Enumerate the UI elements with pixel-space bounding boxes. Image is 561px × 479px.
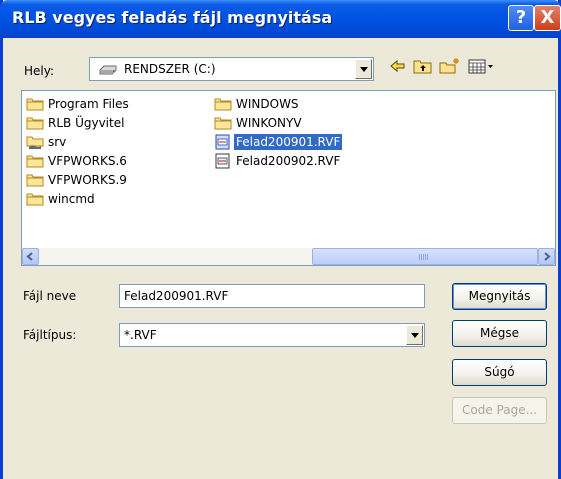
file-name: srv: [48, 135, 67, 149]
view-menu-icon[interactable]: [468, 58, 494, 77]
shared-folder-icon: [26, 134, 44, 150]
filename-input[interactable]: Felad200901.RVF: [119, 284, 425, 308]
window-title: RLB vegyes feladás fájl megnyitása: [12, 8, 333, 27]
open-file-dialog: RLB vegyes feladás fájl megnyitása ? X H…: [0, 0, 561, 479]
file-name: RLB Ügyvitel: [48, 116, 125, 130]
location-label: Hely:: [24, 64, 55, 78]
folder-icon: [26, 115, 44, 131]
filetype-value: *.RVF: [124, 328, 157, 342]
folder-icon: [214, 115, 232, 131]
rvf-file-icon: [214, 153, 232, 169]
chevron-left-icon: [26, 252, 33, 261]
folder-icon: [26, 191, 44, 207]
file-list[interactable]: Program Files RLB Ügyvitel srv VFPWORKS.…: [21, 90, 556, 266]
chevron-right-icon: [544, 252, 551, 261]
file-name: Program Files: [48, 97, 129, 111]
filetype-label: Fájltípus:: [23, 328, 77, 342]
open-button[interactable]: Megnyitás: [452, 283, 547, 310]
filename-label: Fájl neve: [23, 289, 77, 303]
scroll-left-button[interactable]: [22, 248, 39, 265]
file-name: VFPWORKS.6: [48, 154, 127, 168]
up-folder-icon[interactable]: [413, 58, 433, 77]
cancel-button[interactable]: Mégse: [452, 320, 547, 347]
file-name: VFPWORKS.9: [48, 173, 127, 187]
horizontal-scrollbar[interactable]: [22, 248, 555, 265]
file-name: Felad200902.RVF: [236, 154, 341, 168]
scrollbar-thumb[interactable]: [312, 248, 538, 265]
folder-icon: [26, 153, 44, 169]
rvf-file-icon: [214, 134, 232, 150]
drive-icon: [98, 64, 118, 79]
file-name: WINDOWS: [236, 97, 299, 111]
location-dropdown-arrow[interactable]: [355, 59, 372, 79]
location-dropdown[interactable]: RENDSZER (C:): [89, 57, 374, 81]
close-button[interactable]: X: [534, 5, 561, 31]
folder-icon: [26, 172, 44, 188]
folder-icon: [214, 96, 232, 112]
file-name: wincmd: [48, 192, 95, 206]
help-button[interactable]: Súgó: [452, 359, 547, 386]
filename-value: Felad200901.RVF: [124, 289, 229, 303]
chevron-down-icon: [360, 67, 368, 72]
filetype-dropdown-arrow[interactable]: [406, 325, 423, 345]
title-bar[interactable]: RLB vegyes feladás fájl megnyitása ? X: [0, 0, 561, 38]
scroll-right-button[interactable]: [538, 248, 555, 265]
file-name: Felad200901.RVF: [234, 134, 343, 150]
new-folder-icon[interactable]: [439, 58, 461, 77]
chevron-down-icon: [411, 333, 419, 338]
file-name: WINKONYV: [236, 116, 302, 130]
filetype-dropdown[interactable]: *.RVF: [119, 323, 425, 347]
help-title-button[interactable]: ?: [508, 5, 534, 31]
location-value: RENDSZER (C:): [124, 62, 216, 76]
back-arrow-icon[interactable]: [389, 58, 407, 77]
code-page-button: Code Page...: [452, 397, 547, 424]
folder-icon: [26, 96, 44, 112]
